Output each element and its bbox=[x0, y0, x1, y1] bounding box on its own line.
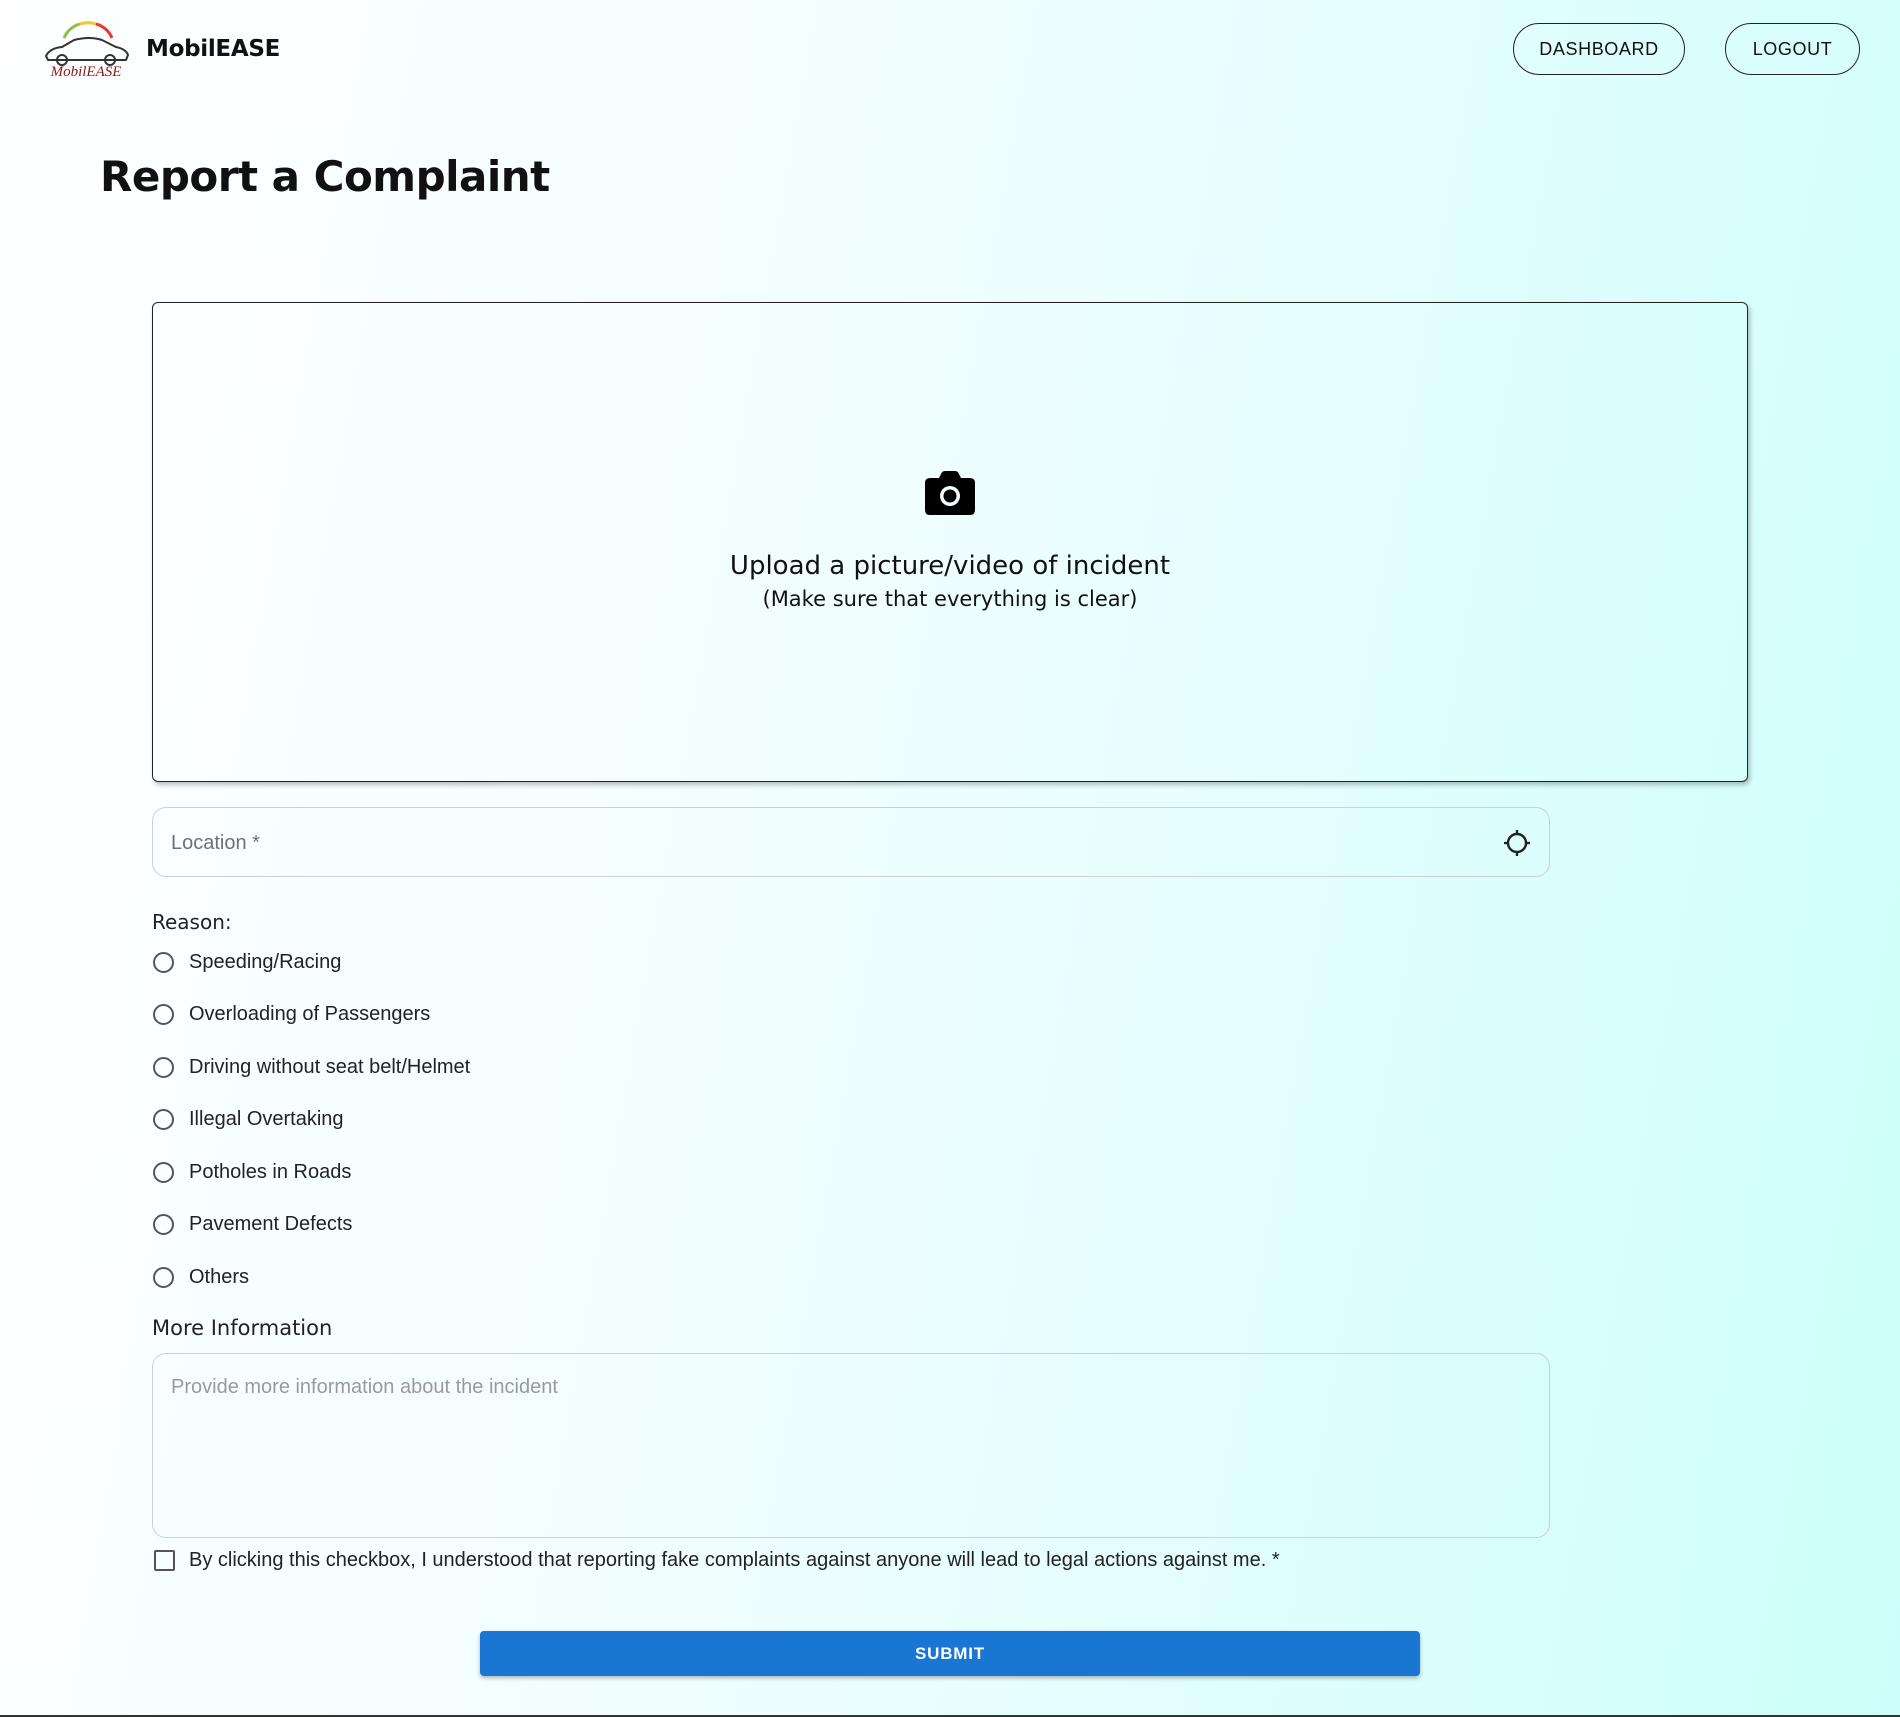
submit-button[interactable]: SUBMIT bbox=[480, 1631, 1420, 1676]
upload-subtitle: (Make sure that everything is clear) bbox=[762, 587, 1138, 611]
reason-option-label: Overloading of Passengers bbox=[189, 1002, 431, 1025]
radio-button[interactable] bbox=[153, 1213, 174, 1235]
reason-option-label: Others bbox=[189, 1265, 250, 1288]
reason-option-label: Driving without seat belt/Helmet bbox=[189, 1055, 471, 1078]
reason-option-label: Pavement Defects bbox=[189, 1212, 353, 1235]
dashboard-button[interactable]: DASHBOARD bbox=[1513, 23, 1685, 75]
consent-text: By clicking this checkbox, I understood … bbox=[189, 1549, 1280, 1571]
logout-button[interactable]: LOGOUT bbox=[1725, 23, 1860, 75]
reason-option-illegal-overtaking[interactable]: Illegal Overtaking bbox=[152, 1104, 344, 1134]
reason-option-speeding[interactable]: Speeding/Racing bbox=[152, 947, 341, 977]
crosshair-icon[interactable] bbox=[1503, 829, 1531, 857]
reason-option-label: Potholes in Roads bbox=[189, 1160, 352, 1183]
logo-text: MobilEASE bbox=[50, 64, 122, 80]
camera-icon bbox=[925, 471, 975, 515]
more-info-label: More Information bbox=[152, 1316, 333, 1340]
reason-option-potholes[interactable]: Potholes in Roads bbox=[152, 1157, 351, 1187]
mobilease-logo: MobilEASE bbox=[44, 21, 130, 80]
more-info-textarea[interactable] bbox=[169, 1374, 1533, 1528]
consent-row[interactable]: By clicking this checkbox, I understood … bbox=[152, 1549, 1280, 1572]
radio-button[interactable] bbox=[153, 1108, 174, 1130]
upload-dropzone[interactable]: Upload a picture/video of incident (Make… bbox=[152, 302, 1748, 782]
reason-option-others[interactable]: Others bbox=[152, 1262, 249, 1292]
reason-option-pavement-defects[interactable]: Pavement Defects bbox=[152, 1209, 352, 1239]
location-input[interactable] bbox=[169, 808, 1473, 878]
radio-button[interactable] bbox=[153, 1266, 174, 1288]
more-info-field[interactable] bbox=[152, 1353, 1550, 1538]
consent-checkbox[interactable] bbox=[154, 1550, 175, 1571]
reason-option-overloading[interactable]: Overloading of Passengers bbox=[152, 999, 430, 1029]
page-title: Report a Complaint bbox=[100, 152, 550, 201]
radio-button[interactable] bbox=[153, 1161, 174, 1183]
reason-option-label: Illegal Overtaking bbox=[189, 1107, 344, 1130]
radio-button[interactable] bbox=[153, 951, 174, 973]
upload-title: Upload a picture/video of incident bbox=[729, 551, 1171, 581]
radio-button[interactable] bbox=[153, 1056, 174, 1078]
reason-label: Reason: bbox=[152, 910, 232, 934]
location-field[interactable] bbox=[152, 807, 1550, 878]
radio-button[interactable] bbox=[153, 1003, 174, 1025]
brand-name: MobilEASE bbox=[146, 36, 281, 62]
reason-option-label: Speeding/Racing bbox=[189, 950, 342, 973]
reason-option-no-seatbelt[interactable]: Driving without seat belt/Helmet bbox=[152, 1052, 470, 1082]
